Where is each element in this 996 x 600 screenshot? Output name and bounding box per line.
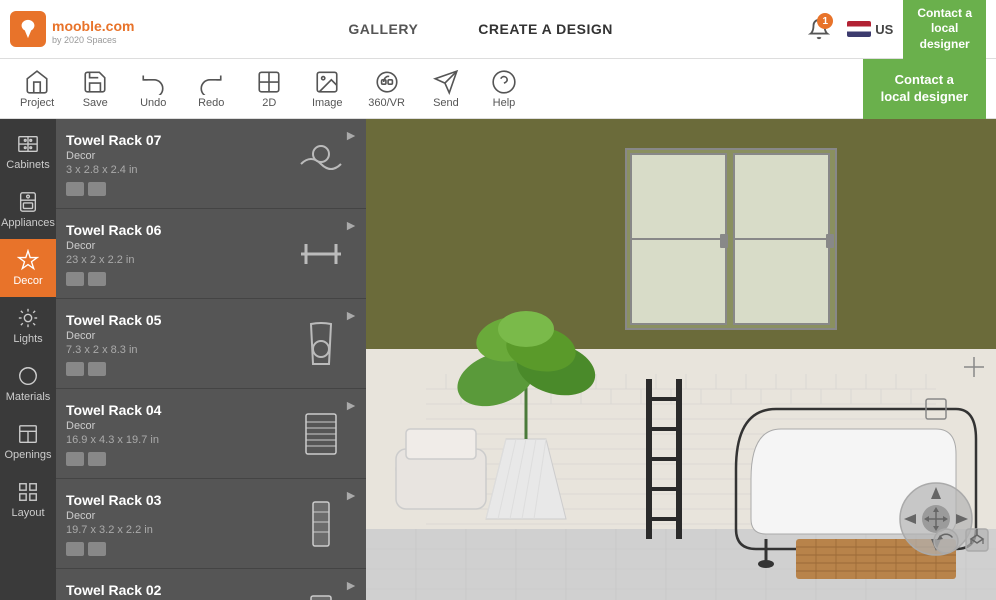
- 2d-button[interactable]: 2D: [242, 65, 296, 113]
- help-button[interactable]: Help: [477, 65, 531, 113]
- 3d-viewport[interactable]: [366, 119, 996, 600]
- product-item-2[interactable]: Towel Rack 05 Decor 7.3 x 2 x 8.3 in ►: [56, 299, 366, 389]
- product-arrow-0: ►: [344, 127, 358, 143]
- save-button[interactable]: Save: [68, 65, 122, 113]
- logo-icon: [10, 11, 46, 47]
- product-actions-3: [66, 452, 286, 466]
- product-actions-2: [66, 362, 286, 376]
- main-area: Cabinets Appliances Decor: [0, 119, 996, 600]
- product-info-icon-0[interactable]: [88, 182, 106, 196]
- product-actions-0: [66, 182, 286, 196]
- sidebar-item-openings[interactable]: Openings: [0, 413, 56, 471]
- toolbar: Project Save Undo Redo 2D: [0, 59, 996, 119]
- product-name-5: Towel Rack 02: [66, 582, 286, 598]
- product-list: Towel Rack 07 Decor 3 x 2.8 x 2.4 in ► T…: [56, 119, 366, 600]
- us-flag: [847, 21, 871, 37]
- scene-svg: [366, 119, 996, 600]
- product-arrow-2: ►: [344, 307, 358, 323]
- product-info-icon-2[interactable]: [88, 362, 106, 376]
- product-info-icon-4[interactable]: [88, 542, 106, 556]
- header: mooble.com by 2020 Spaces GALLERY CREATE…: [0, 0, 996, 59]
- product-item-4[interactable]: Towel Rack 03 Decor 19.7 x 3.2 x 2.2 in …: [56, 479, 366, 569]
- notification-button[interactable]: 1: [801, 11, 837, 47]
- nav-gallery[interactable]: GALLERY: [348, 21, 418, 37]
- product-name-1: Towel Rack 06: [66, 222, 286, 238]
- undo-button[interactable]: Undo: [126, 65, 180, 113]
- contact-designer-button[interactable]: Contact alocaldesigner: [903, 0, 986, 59]
- logo-sub: by 2020 Spaces: [52, 35, 134, 45]
- product-edit-icon-3[interactable]: [66, 452, 84, 466]
- product-item-5[interactable]: Towel Rack 02 Decor 11.8 x 2 x 2 in ► ⇧: [56, 569, 366, 600]
- product-arrow-5: ►: [344, 577, 358, 593]
- product-arrow-1: ►: [344, 217, 358, 233]
- image-button[interactable]: Image: [300, 65, 354, 113]
- product-item-0[interactable]: Towel Rack 07 Decor 3 x 2.8 x 2.4 in ►: [56, 119, 366, 209]
- notification-badge: 1: [817, 13, 833, 29]
- nav-create-design[interactable]: CREATE A DESIGN: [478, 21, 613, 37]
- sidebar-item-decor[interactable]: Decor: [0, 239, 56, 297]
- sidebar-item-lights[interactable]: Lights: [0, 297, 56, 355]
- product-dims-2: 7.3 x 2 x 8.3 in: [66, 344, 286, 356]
- product-item-3[interactable]: Towel Rack 04 Decor 16.9 x 4.3 x 19.7 in: [56, 389, 366, 479]
- send-button[interactable]: Send: [419, 65, 473, 113]
- sidebar-item-cabinets[interactable]: Cabinets: [0, 123, 56, 181]
- product-info-icon-3[interactable]: [88, 452, 106, 466]
- product-dims-3: 16.9 x 4.3 x 19.7 in: [66, 434, 286, 446]
- contact-toolbar-button[interactable]: Contact alocal designer: [863, 59, 986, 119]
- product-name-3: Towel Rack 04: [66, 402, 286, 418]
- project-button[interactable]: Project: [10, 65, 64, 113]
- product-category-3: Decor: [66, 420, 286, 432]
- product-info-icon-1[interactable]: [88, 272, 106, 286]
- product-info-4: Towel Rack 03 Decor 19.7 x 3.2 x 2.2 in: [66, 492, 286, 556]
- product-edit-icon-1[interactable]: [66, 272, 84, 286]
- logo-area: mooble.com by 2020 Spaces: [0, 11, 160, 47]
- product-info-0: Towel Rack 07 Decor 3 x 2.8 x 2.4 in: [66, 132, 286, 196]
- product-info-5: Towel Rack 02 Decor 11.8 x 2 x 2 in: [66, 582, 286, 600]
- product-category-1: Decor: [66, 240, 286, 252]
- product-dims-1: 23 x 2 x 2.2 in: [66, 254, 286, 266]
- product-edit-icon-0[interactable]: [66, 182, 84, 196]
- product-item-1[interactable]: Towel Rack 06 Decor 23 x 2 x 2.2 in ►: [56, 209, 366, 299]
- product-name-0: Towel Rack 07: [66, 132, 286, 148]
- product-info-1: Towel Rack 06 Decor 23 x 2 x 2.2 in: [66, 222, 286, 286]
- sidebar-item-appliances[interactable]: Appliances: [0, 181, 56, 239]
- product-arrow-4: ►: [344, 487, 358, 503]
- product-dims-4: 19.7 x 3.2 x 2.2 in: [66, 524, 286, 536]
- product-category-0: Decor: [66, 150, 286, 162]
- product-name-4: Towel Rack 03: [66, 492, 286, 508]
- product-actions-4: [66, 542, 286, 556]
- sidebar-item-layout[interactable]: Layout: [0, 471, 56, 529]
- product-edit-icon-2[interactable]: [66, 362, 84, 376]
- vr-button[interactable]: 360/VR: [358, 65, 415, 113]
- product-category-4: Decor: [66, 510, 286, 522]
- product-arrow-3: ►: [344, 397, 358, 413]
- logo-text: mooble.com by 2020 Spaces: [52, 13, 134, 45]
- product-edit-icon-4[interactable]: [66, 542, 84, 556]
- product-info-2: Towel Rack 05 Decor 7.3 x 2 x 8.3 in: [66, 312, 286, 376]
- nav-right: 1 US Contact alocaldesigner: [801, 0, 996, 59]
- product-dims-0: 3 x 2.8 x 2.4 in: [66, 164, 286, 176]
- product-info-3: Towel Rack 04 Decor 16.9 x 4.3 x 19.7 in: [66, 402, 286, 466]
- sidebar-item-materials[interactable]: Materials: [0, 355, 56, 413]
- region-button[interactable]: US: [847, 21, 893, 37]
- sidebar-nav: Cabinets Appliances Decor: [0, 119, 56, 600]
- product-name-2: Towel Rack 05: [66, 312, 286, 328]
- logo-main: mooble.com: [52, 13, 134, 35]
- nav-center: GALLERY CREATE A DESIGN: [160, 21, 801, 37]
- product-actions-1: [66, 272, 286, 286]
- redo-button[interactable]: Redo: [184, 65, 238, 113]
- product-category-2: Decor: [66, 330, 286, 342]
